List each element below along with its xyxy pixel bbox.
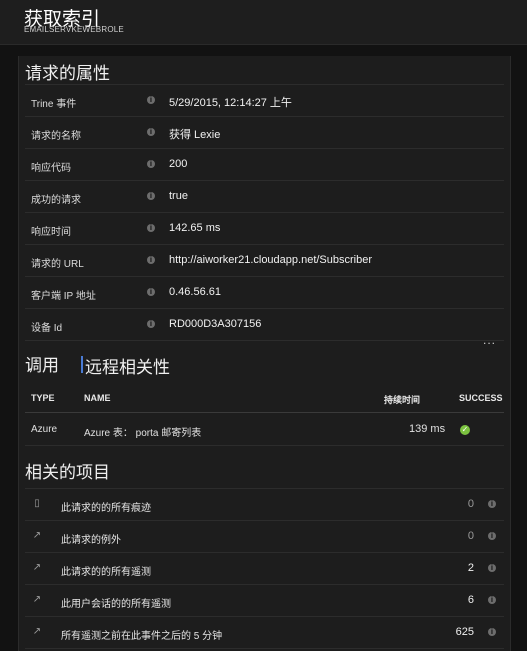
info-icon[interactable]: i [147, 192, 155, 200]
related-item-label: 此请求的例外 [61, 535, 121, 546]
property-label: 请求的名称 [31, 131, 81, 142]
property-row-name: 请求的名称 i 获得 Lexie [25, 117, 504, 149]
info-icon[interactable]: i [488, 628, 496, 636]
cell-type: Azure [31, 424, 58, 435]
dependencies-table: TYPE NAME 持续时间 SUCCESS Azure Azure 表： po… [25, 384, 504, 446]
info-icon[interactable]: i [488, 596, 496, 604]
related-item-label: 此请求的的所有痕迹 [61, 503, 151, 514]
property-row-device-id: 设备 Id i RD000D3A307156 [25, 309, 504, 341]
property-value: http://aiworker21.cloudapp.net/Subscribe… [169, 254, 373, 266]
cell-name: Azure 表： porta 邮寄列表 [84, 428, 202, 439]
property-row-success: 成功的请求 i true [25, 181, 504, 213]
info-icon[interactable]: i [488, 564, 496, 572]
related-item-label: 所有遥测之前在此事件之后的 5 分钟 [61, 631, 223, 642]
related-items-title: 相关的项目 [25, 463, 110, 482]
related-item-count: 2 [467, 562, 474, 574]
column-header-type[interactable]: TYPE [31, 393, 55, 403]
request-details-panel: 请求的属性 Trine 事件 i 5/29/2015, 12:14:27 上午 … [18, 56, 511, 651]
property-value: 142.65 ms [169, 222, 221, 234]
info-icon[interactable]: i [147, 288, 155, 296]
success-check-icon: ✓ [460, 425, 470, 435]
exception-icon: ↗ [32, 530, 42, 541]
more-ellipsis-button[interactable]: ... [483, 333, 496, 347]
property-row-client-ip: 客户端 IP 地址 i 0.46.56.61 [25, 277, 504, 309]
info-icon[interactable]: i [147, 224, 155, 232]
blade-header: 获取索引 EMAILSERVKEWEBROLE [0, 0, 527, 45]
property-label: 响应时间 [31, 227, 71, 238]
property-label: 成功的请求 [31, 195, 81, 206]
property-value: 200 [169, 158, 188, 170]
info-icon[interactable]: i [147, 96, 155, 104]
related-item-count: 625 [455, 626, 474, 638]
related-item-session-telemetry[interactable]: ↗ 此用户会话的的所有遥测 6 i [25, 585, 504, 617]
trace-icon: ▯ [34, 498, 40, 509]
property-label: 设备 Id [31, 323, 63, 334]
related-item-count: 6 [467, 594, 474, 606]
calls-section-title: 调用 [25, 356, 59, 375]
related-item-label: 此请求的的所有遥测 [61, 567, 151, 578]
property-value: 0.46.56.61 [169, 286, 221, 298]
related-item-traces[interactable]: ▯ 此请求的的所有痕迹 0 i [25, 488, 504, 521]
cell-duration: 139 ms [409, 423, 446, 435]
column-header-success[interactable]: SUCCESS [459, 393, 503, 403]
info-icon[interactable]: i [147, 320, 155, 328]
related-item-request-telemetry[interactable]: ↗ 此请求的的所有遥测 2 i [25, 553, 504, 585]
property-row-response-code: 响应代码 i 200 [25, 149, 504, 181]
properties-list: Trine 事件 i 5/29/2015, 12:14:27 上午 请求的名称 … [25, 84, 504, 341]
property-row-url: 请求的 URL i http://aiworker21.cloudapp.net… [25, 245, 504, 277]
column-header-name[interactable]: NAME [84, 393, 111, 403]
telemetry-icon: ↗ [32, 562, 42, 573]
table-row[interactable]: Azure Azure 表： porta 邮寄列表 139 ms ✓ [25, 413, 504, 446]
property-label: 响应代码 [31, 163, 71, 174]
property-value: RD000D3A307156 [169, 318, 262, 330]
info-icon[interactable]: i [488, 532, 496, 540]
property-row-time: Trine 事件 i 5/29/2015, 12:14:27 上午 [25, 84, 504, 117]
property-value: true [169, 190, 188, 202]
blade-subtitle: EMAILSERVKEWEBROLE [24, 25, 124, 34]
telemetry-icon: ↗ [32, 626, 42, 637]
info-icon[interactable]: i [147, 128, 155, 136]
remote-dependencies-title[interactable]: 远程相关性 [81, 353, 170, 378]
info-icon[interactable]: i [147, 160, 155, 168]
related-items-list: ▯ 此请求的的所有痕迹 0 i ↗ 此请求的例外 0 i ↗ 此请求的的所有遥测… [25, 488, 504, 649]
telemetry-icon: ↗ [32, 594, 42, 605]
related-item-count: 0 [467, 530, 474, 542]
column-header-duration[interactable]: 持续时间 [384, 393, 420, 406]
property-label: 请求的 URL [31, 259, 84, 270]
property-value: 获得 Lexie [169, 129, 221, 141]
related-item-nearby-telemetry[interactable]: ↗ 所有遥测之前在此事件之后的 5 分钟 625 i [25, 617, 504, 649]
info-icon[interactable]: i [488, 500, 496, 508]
property-label: Trine 事件 [31, 99, 77, 110]
related-item-count: 0 [467, 498, 474, 510]
info-icon[interactable]: i [147, 256, 155, 264]
table-header: TYPE NAME 持续时间 SUCCESS [25, 384, 504, 413]
property-label: 客户端 IP 地址 [31, 291, 96, 302]
related-item-exceptions[interactable]: ↗ 此请求的例外 0 i [25, 521, 504, 553]
property-value: 5/29/2015, 12:14:27 上午 [169, 97, 292, 109]
property-row-response-time: 响应时间 i 142.65 ms [25, 213, 504, 245]
related-item-label: 此用户会话的的所有遥测 [61, 599, 171, 610]
properties-section-title: 请求的属性 [25, 64, 110, 83]
